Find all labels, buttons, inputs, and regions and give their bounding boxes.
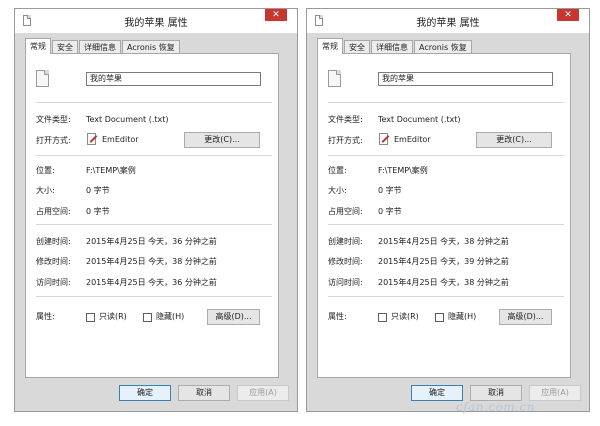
change-button[interactable]: 更改(C)... — [476, 132, 552, 148]
emeditor-icon — [379, 133, 388, 145]
attributes-label: 属性: — [328, 312, 347, 321]
separator — [328, 155, 564, 156]
file-type-label: 文件类型: — [36, 115, 71, 124]
general-panel: 我的苹果 文件类型: Text Document (.txt) 打开方式: Em… — [25, 53, 279, 378]
size-label: 大小: — [36, 186, 55, 195]
ok-button[interactable]: 确定 — [411, 385, 463, 401]
file-name-field[interactable]: 我的苹果 — [86, 72, 261, 86]
tab-security[interactable]: 安全 — [52, 40, 78, 54]
properties-dialog-right: 我的苹果 属性 ✕ 常规 安全 详细信息 Acronis 恢复 我的苹果 文件类… — [306, 8, 590, 412]
modified-value: 2015年4月25日 今天，38 分钟之前 — [86, 257, 217, 266]
emeditor-icon — [87, 133, 96, 145]
separator — [328, 102, 564, 103]
location-label: 位置: — [328, 166, 347, 175]
separator — [328, 296, 564, 297]
file-type-label: 文件类型: — [328, 115, 363, 124]
window-title: 我的苹果 属性 — [416, 18, 480, 29]
window-title: 我的苹果 属性 — [124, 18, 188, 29]
created-label: 创建时间: — [328, 237, 363, 246]
size-value: 0 字节 — [86, 186, 110, 195]
opens-with-app: EmEditor — [394, 135, 431, 144]
created-label: 创建时间: — [36, 237, 71, 246]
advanced-button[interactable]: 高级(D)... — [499, 309, 552, 325]
readonly-label[interactable]: 只读(R) — [99, 312, 127, 322]
size-label: 大小: — [328, 186, 347, 195]
separator — [36, 102, 272, 103]
opens-with-label: 打开方式: — [36, 136, 71, 145]
file-name-field[interactable]: 我的苹果 — [378, 72, 553, 86]
cancel-button[interactable]: 取消 — [178, 385, 230, 401]
accessed-value: 2015年4月25日 今天，38 分钟之前 — [378, 278, 509, 287]
opens-with-app: EmEditor — [102, 135, 139, 144]
hidden-label[interactable]: 隐藏(H) — [156, 312, 184, 322]
opens-with-label: 打开方式: — [328, 136, 363, 145]
tab-strip: 常规 安全 详细信息 Acronis 恢复 — [317, 38, 473, 54]
separator — [328, 224, 564, 225]
file-type-value: Text Document (.txt) — [378, 115, 461, 124]
file-icon — [36, 70, 49, 87]
readonly-label[interactable]: 只读(R) — [391, 312, 419, 322]
attributes-label: 属性: — [36, 312, 55, 321]
created-value: 2015年4月25日 今天，36 分钟之前 — [86, 237, 217, 246]
close-button[interactable]: ✕ — [557, 9, 579, 21]
advanced-button[interactable]: 高级(D)... — [207, 309, 260, 325]
readonly-checkbox[interactable] — [86, 313, 95, 322]
accessed-value: 2015年4月25日 今天，36 分钟之前 — [86, 278, 217, 287]
size-on-disk-label: 占用空间: — [36, 207, 71, 216]
cancel-button[interactable]: 取消 — [470, 385, 522, 401]
tab-general[interactable]: 常规 — [25, 38, 51, 54]
tab-general[interactable]: 常规 — [317, 38, 343, 54]
size-on-disk-label: 占用空间: — [328, 207, 363, 216]
tab-acronis-recovery[interactable]: Acronis 恢复 — [414, 40, 472, 54]
location-value: F:\TEMP\案例 — [378, 166, 428, 175]
hidden-checkbox[interactable] — [435, 313, 444, 322]
size-value: 0 字节 — [378, 186, 402, 195]
accessed-label: 访问时间: — [36, 278, 71, 287]
hidden-label[interactable]: 隐藏(H) — [448, 312, 476, 322]
separator — [36, 155, 272, 156]
tab-details[interactable]: 详细信息 — [371, 40, 413, 54]
tab-security[interactable]: 安全 — [344, 40, 370, 54]
readonly-checkbox[interactable] — [378, 313, 387, 322]
location-value: F:\TEMP\案例 — [86, 166, 136, 175]
separator — [36, 224, 272, 225]
modified-value: 2015年4月25日 今天，39 分钟之前 — [378, 257, 509, 266]
location-label: 位置: — [36, 166, 55, 175]
created-value: 2015年4月25日 今天，38 分钟之前 — [378, 237, 509, 246]
size-on-disk-value: 0 字节 — [86, 207, 110, 216]
tab-details[interactable]: 详细信息 — [79, 40, 121, 54]
accessed-label: 访问时间: — [328, 278, 363, 287]
file-type-value: Text Document (.txt) — [86, 115, 169, 124]
title-bar[interactable]: 我的苹果 属性 ✕ — [15, 9, 297, 33]
general-panel: 我的苹果 文件类型: Text Document (.txt) 打开方式: Em… — [317, 53, 571, 378]
modified-label: 修改时间: — [36, 257, 71, 266]
watermark: cfan.com.cn — [456, 400, 535, 414]
title-bar[interactable]: 我的苹果 属性 ✕ — [307, 9, 589, 33]
change-button[interactable]: 更改(C)... — [184, 132, 260, 148]
apply-button[interactable]: 应用(A) — [237, 385, 289, 401]
tab-acronis-recovery[interactable]: Acronis 恢复 — [122, 40, 180, 54]
apply-button[interactable]: 应用(A) — [529, 385, 581, 401]
hidden-checkbox[interactable] — [143, 313, 152, 322]
file-icon — [328, 70, 341, 87]
properties-dialog-left: 我的苹果 属性 ✕ 常规 安全 详细信息 Acronis 恢复 我的苹果 文件类… — [14, 8, 298, 412]
tab-strip: 常规 安全 详细信息 Acronis 恢复 — [25, 38, 181, 54]
size-on-disk-value: 0 字节 — [378, 207, 402, 216]
separator — [36, 296, 272, 297]
close-button[interactable]: ✕ — [265, 9, 287, 21]
ok-button[interactable]: 确定 — [119, 385, 171, 401]
modified-label: 修改时间: — [328, 257, 363, 266]
